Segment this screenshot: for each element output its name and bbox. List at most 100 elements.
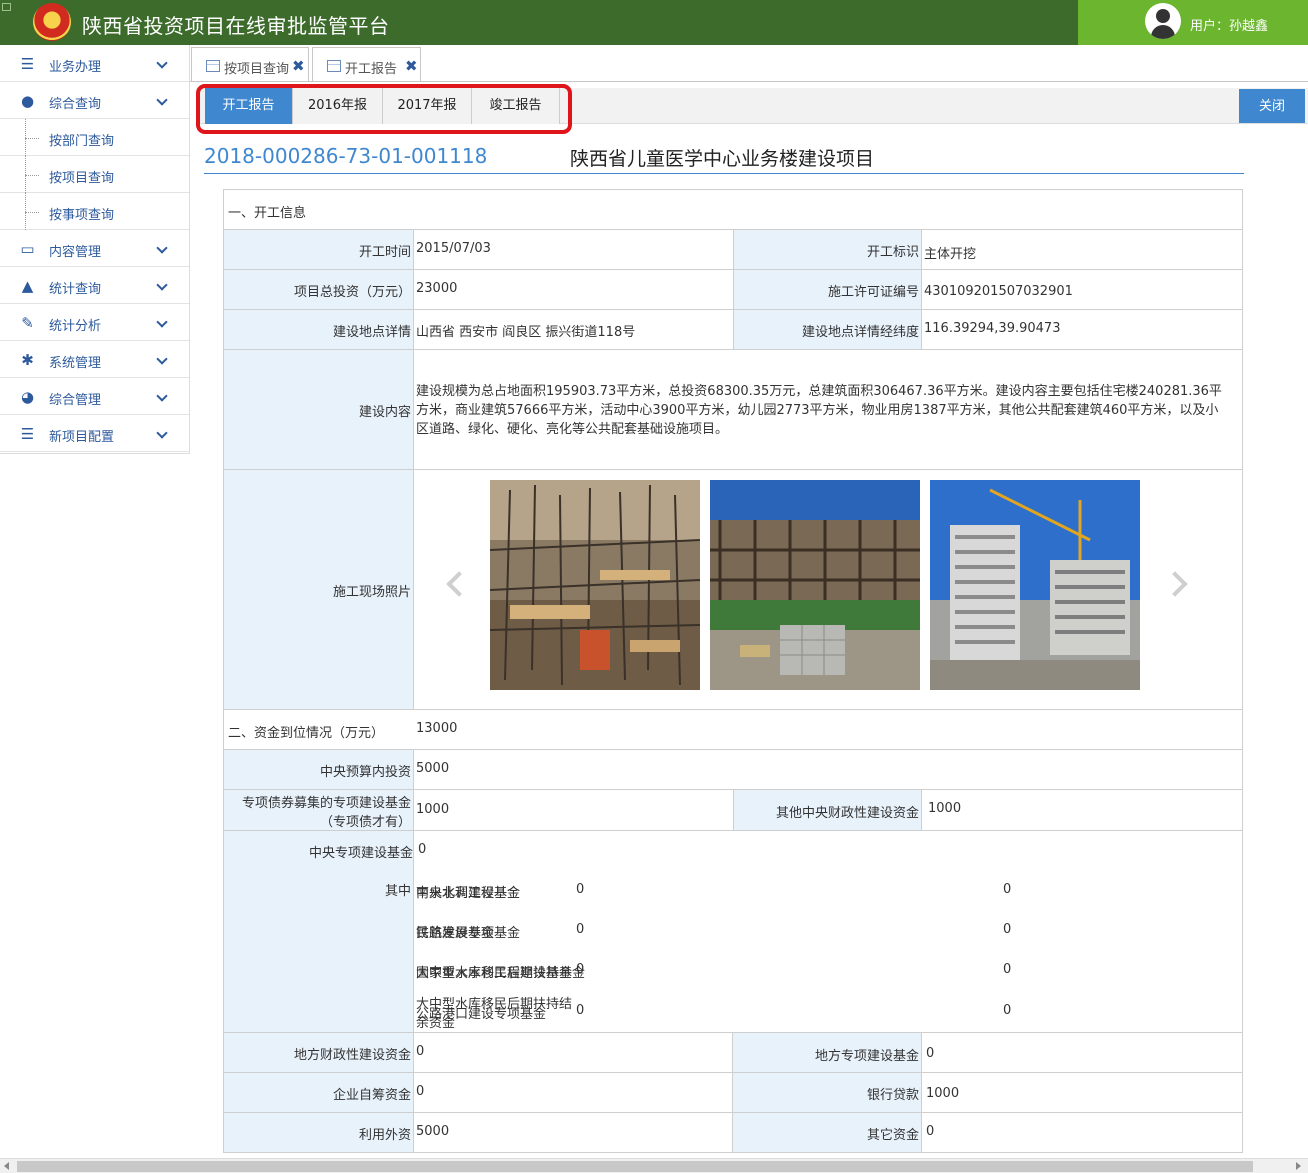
table-row: 地方财政性建设资金 0 地方专项建设基金 0 <box>224 1033 1242 1073</box>
section-title: 二、资金到位情况（万元） <box>228 726 385 741</box>
sidebar-subitem-by-project[interactable]: 按项目查询 <box>0 156 189 193</box>
scroll-right-icon[interactable] <box>1296 1162 1301 1170</box>
list-icon: ☰ <box>20 425 35 443</box>
close-icon[interactable]: ✖ <box>405 57 418 75</box>
site-photo[interactable] <box>490 480 700 690</box>
field-label: 施工现场照片 <box>224 470 414 709</box>
field-label: 建设地点详情 <box>224 310 414 349</box>
field-value: 0 <box>414 1073 733 1112</box>
start-time-value: 2015/07/03 <box>416 241 491 256</box>
sidebar-subitem-label: 按部门查询 <box>49 134 115 149</box>
sidebar-subitem-by-department[interactable]: 按部门查询 <box>0 119 189 156</box>
section-row: 一、开工信息 <box>224 190 1242 230</box>
field-label: 其他中央财政性建设资金 <box>734 790 922 830</box>
list-icon: ☰ <box>20 55 35 73</box>
table-row: 建设内容 建设规模为总占地面积195903.73平方米，总投资68300.35万… <box>224 350 1242 470</box>
field-label: 银行贷款 <box>733 1073 922 1112</box>
subtab-2016-report[interactable]: 2016年报 <box>293 88 383 124</box>
sidebar-subitem-label: 按事项查询 <box>49 208 115 223</box>
field-value: 0 <box>922 1113 1242 1152</box>
table-row: 建设地点详情 山西省 西安市 阎良区 振兴街道118号 建设地点详情经纬度 11… <box>224 310 1242 350</box>
sidebar-subitem-by-matter[interactable]: 按事项查询 <box>0 193 189 230</box>
sidebar-item-query[interactable]: ● 综合查询 <box>0 82 189 119</box>
sidebar-item-new-project-config[interactable]: ☰ 新项目配置 <box>0 415 189 452</box>
table-row: 专项债券募集的专项建设基金 （专项债才有） 1000 其他中央财政性建设资金 1… <box>224 790 1242 831</box>
field-label-text: 中央预算内投资 <box>319 765 411 780</box>
tab-project-query[interactable]: 按项目查询 ✖ <box>191 47 309 81</box>
field-label-text: 专项债券募集的专项建设基金 <box>241 796 411 811</box>
field-label-text: 其他中央财政性建设资金 <box>775 806 919 821</box>
project-name: 陕西省儿童医学中心业务楼建设项目 <box>570 148 875 170</box>
field-label: 企业自筹资金 <box>224 1073 414 1112</box>
table-icon <box>206 60 220 72</box>
sidebar-item-label: 统计分析 <box>49 319 102 334</box>
close-button[interactable]: 关闭 <box>1239 89 1305 123</box>
sidebar-item-stats-query[interactable]: ▲ 统计查询 <box>0 267 189 304</box>
sub-fund-value: 0 <box>1003 922 1012 937</box>
tab-start-report[interactable]: 开工报告 ✖ <box>312 47 421 81</box>
scroll-left-icon[interactable] <box>4 1162 9 1170</box>
field-label: 中央专项建设基金 其中 <box>224 831 414 1032</box>
scrollbar-thumb[interactable] <box>17 1161 1253 1172</box>
horizontal-scrollbar[interactable] <box>0 1158 1308 1173</box>
foreign-capital-value: 5000 <box>416 1124 450 1139</box>
subtab-start-report[interactable]: 开工报告 <box>205 88 293 124</box>
field-label: 地方财政性建设资金 <box>224 1033 414 1072</box>
sidebar-item-content[interactable]: ▭ 内容管理 <box>0 230 189 267</box>
chevron-down-icon <box>156 94 168 106</box>
central-budget-value: 5000 <box>416 761 450 776</box>
chevron-left-icon[interactable] <box>446 571 472 597</box>
field-label-text: 其中 <box>384 884 411 899</box>
sidebar-item-stats-analysis[interactable]: ✎ 统计分析 <box>0 304 189 341</box>
sub-fund-value: 0 <box>1003 962 1012 977</box>
field-label: 专项债券募集的专项建设基金 （专项债才有） <box>224 790 414 830</box>
user-area[interactable]: 用户：孙越鑫 <box>1078 0 1308 45</box>
sidebar-item-label: 统计查询 <box>49 282 102 297</box>
subtab-2017-report[interactable]: 2017年报 <box>383 88 472 124</box>
user-name-label[interactable]: 用户：孙越鑫 <box>1190 15 1268 34</box>
site-photo[interactable] <box>930 480 1140 690</box>
user-avatar-icon[interactable] <box>1145 3 1181 39</box>
field-label-text: 建设内容 <box>358 405 411 420</box>
user-icon: ● <box>20 92 35 110</box>
site-photo[interactable] <box>710 480 920 690</box>
sidebar-item-admin[interactable]: ◕ 综合管理 <box>0 378 189 415</box>
field-label: 中央预算内投资 <box>224 750 414 789</box>
close-icon[interactable]: ✖ <box>292 57 305 75</box>
chevron-right-icon[interactable] <box>1162 571 1188 597</box>
field-label: 开工时间 <box>224 230 414 269</box>
field-label-text: 其它资金 <box>866 1128 919 1143</box>
other-funding-value: 0 <box>926 1124 935 1139</box>
sidebar-item-system[interactable]: ✱ 系统管理 <box>0 341 189 378</box>
tree-dash <box>25 175 39 176</box>
field-label-text: 地方财政性建设资金 <box>293 1048 411 1063</box>
field-value: 23000 <box>414 270 734 309</box>
sub-fund-label: 民航发展基金 <box>416 926 495 941</box>
chevron-down-icon <box>156 242 168 254</box>
funding-total-value: 13000 <box>416 721 458 736</box>
local-special-value: 0 <box>926 1046 935 1061</box>
field-value: 建设规模为总占地面积195903.73平方米，总投资68300.35万元，总建筑… <box>414 350 1242 469</box>
subtab-completion-report[interactable]: 竣工报告 <box>472 88 560 124</box>
sidebar-item-business[interactable]: ☰ 业务办理 <box>0 45 189 82</box>
project-code: 2018-000286-73-01-001118 <box>204 144 488 168</box>
field-label: 项目总投资（万元） <box>224 270 414 309</box>
sidebar-item-label: 系统管理 <box>49 356 102 371</box>
national-emblem-logo <box>33 3 71 41</box>
dashboard-icon: ◕ <box>20 388 35 406</box>
field-value: 1000 <box>922 1073 1242 1112</box>
app-title: 陕西省投资项目在线审批监管平台 <box>82 14 390 38</box>
field-value: 0 <box>414 1033 733 1072</box>
heading-divider <box>204 173 1244 174</box>
field-label-text: 开工时间 <box>358 245 411 260</box>
tree-dash <box>25 138 39 139</box>
sub-fund-value: 0 <box>1003 1003 1012 1018</box>
field-label-text: 地方专项建设基金 <box>814 1049 919 1064</box>
table-row: 项目总投资（万元） 23000 施工许可证编号 4301092015070329… <box>224 270 1242 310</box>
field-label-text: 开工标识 <box>866 245 919 260</box>
sub-fund-label: 公路港口建设专项基金 <box>416 1007 547 1022</box>
start-mark-value: 主体开挖 <box>924 247 977 262</box>
permit-value: 430109201507032901 <box>924 284 1073 299</box>
field-label: 地方专项建设基金 <box>733 1033 922 1072</box>
tab-label: 按项目查询 <box>224 62 290 77</box>
